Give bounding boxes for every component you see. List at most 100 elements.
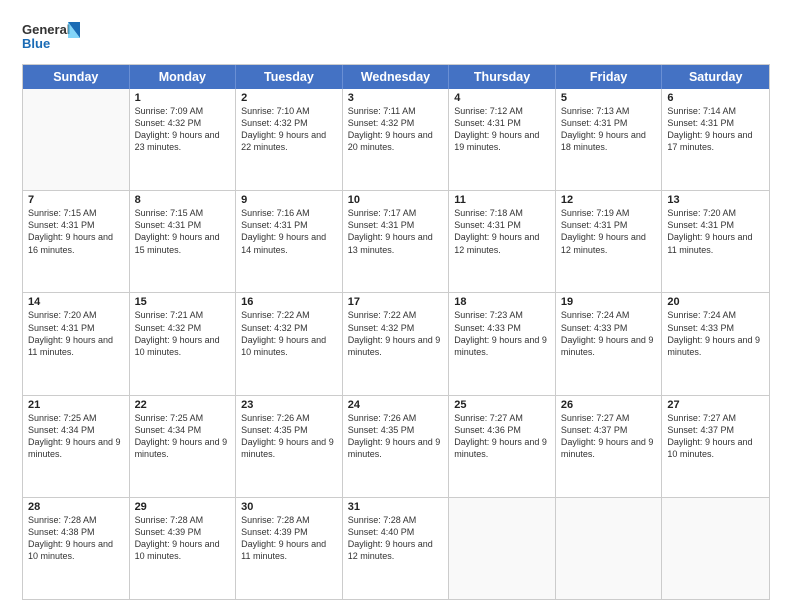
calendar-day-14: 14Sunrise: 7:20 AMSunset: 4:31 PMDayligh… bbox=[23, 293, 130, 394]
day-number: 19 bbox=[561, 296, 657, 308]
calendar-day-5: 5Sunrise: 7:13 AMSunset: 4:31 PMDaylight… bbox=[556, 89, 663, 190]
day-info: Sunrise: 7:23 AMSunset: 4:33 PMDaylight:… bbox=[454, 309, 550, 358]
day-number: 6 bbox=[667, 92, 764, 104]
day-info: Sunrise: 7:16 AMSunset: 4:31 PMDaylight:… bbox=[241, 207, 337, 256]
day-info: Sunrise: 7:10 AMSunset: 4:32 PMDaylight:… bbox=[241, 105, 337, 154]
calendar-day-28: 28Sunrise: 7:28 AMSunset: 4:38 PMDayligh… bbox=[23, 498, 130, 599]
day-info: Sunrise: 7:25 AMSunset: 4:34 PMDaylight:… bbox=[28, 412, 124, 461]
calendar-day-22: 22Sunrise: 7:25 AMSunset: 4:34 PMDayligh… bbox=[130, 396, 237, 497]
day-number: 5 bbox=[561, 92, 657, 104]
day-info: Sunrise: 7:19 AMSunset: 4:31 PMDaylight:… bbox=[561, 207, 657, 256]
page: General Blue SundayMondayTuesdayWednesda… bbox=[0, 0, 792, 612]
calendar-day-9: 9Sunrise: 7:16 AMSunset: 4:31 PMDaylight… bbox=[236, 191, 343, 292]
calendar-day-23: 23Sunrise: 7:26 AMSunset: 4:35 PMDayligh… bbox=[236, 396, 343, 497]
day-number: 10 bbox=[348, 194, 444, 206]
day-info: Sunrise: 7:28 AMSunset: 4:40 PMDaylight:… bbox=[348, 514, 444, 563]
day-number: 29 bbox=[135, 501, 231, 513]
calendar-day-19: 19Sunrise: 7:24 AMSunset: 4:33 PMDayligh… bbox=[556, 293, 663, 394]
calendar-day-29: 29Sunrise: 7:28 AMSunset: 4:39 PMDayligh… bbox=[130, 498, 237, 599]
calendar-header: SundayMondayTuesdayWednesdayThursdayFrid… bbox=[23, 65, 769, 89]
day-number: 30 bbox=[241, 501, 337, 513]
day-number: 7 bbox=[28, 194, 124, 206]
calendar-day-27: 27Sunrise: 7:27 AMSunset: 4:37 PMDayligh… bbox=[662, 396, 769, 497]
calendar-empty-cell bbox=[556, 498, 663, 599]
day-number: 16 bbox=[241, 296, 337, 308]
calendar-day-3: 3Sunrise: 7:11 AMSunset: 4:32 PMDaylight… bbox=[343, 89, 450, 190]
svg-text:Blue: Blue bbox=[22, 36, 50, 51]
day-number: 22 bbox=[135, 399, 231, 411]
day-number: 15 bbox=[135, 296, 231, 308]
day-number: 17 bbox=[348, 296, 444, 308]
day-number: 1 bbox=[135, 92, 231, 104]
header: General Blue bbox=[22, 18, 770, 56]
day-info: Sunrise: 7:17 AMSunset: 4:31 PMDaylight:… bbox=[348, 207, 444, 256]
logo: General Blue bbox=[22, 18, 82, 56]
calendar-day-17: 17Sunrise: 7:22 AMSunset: 4:32 PMDayligh… bbox=[343, 293, 450, 394]
day-info: Sunrise: 7:27 AMSunset: 4:36 PMDaylight:… bbox=[454, 412, 550, 461]
day-info: Sunrise: 7:13 AMSunset: 4:31 PMDaylight:… bbox=[561, 105, 657, 154]
day-number: 25 bbox=[454, 399, 550, 411]
day-info: Sunrise: 7:12 AMSunset: 4:31 PMDaylight:… bbox=[454, 105, 550, 154]
calendar-day-10: 10Sunrise: 7:17 AMSunset: 4:31 PMDayligh… bbox=[343, 191, 450, 292]
calendar-row-3: 14Sunrise: 7:20 AMSunset: 4:31 PMDayligh… bbox=[23, 292, 769, 394]
calendar-day-6: 6Sunrise: 7:14 AMSunset: 4:31 PMDaylight… bbox=[662, 89, 769, 190]
calendar-row-2: 7Sunrise: 7:15 AMSunset: 4:31 PMDaylight… bbox=[23, 190, 769, 292]
calendar-day-16: 16Sunrise: 7:22 AMSunset: 4:32 PMDayligh… bbox=[236, 293, 343, 394]
day-info: Sunrise: 7:22 AMSunset: 4:32 PMDaylight:… bbox=[241, 309, 337, 358]
day-number: 18 bbox=[454, 296, 550, 308]
day-info: Sunrise: 7:11 AMSunset: 4:32 PMDaylight:… bbox=[348, 105, 444, 154]
day-number: 9 bbox=[241, 194, 337, 206]
calendar-day-12: 12Sunrise: 7:19 AMSunset: 4:31 PMDayligh… bbox=[556, 191, 663, 292]
day-number: 27 bbox=[667, 399, 764, 411]
day-info: Sunrise: 7:20 AMSunset: 4:31 PMDaylight:… bbox=[28, 309, 124, 358]
day-number: 8 bbox=[135, 194, 231, 206]
day-info: Sunrise: 7:26 AMSunset: 4:35 PMDaylight:… bbox=[348, 412, 444, 461]
day-number: 20 bbox=[667, 296, 764, 308]
calendar-day-15: 15Sunrise: 7:21 AMSunset: 4:32 PMDayligh… bbox=[130, 293, 237, 394]
day-info: Sunrise: 7:26 AMSunset: 4:35 PMDaylight:… bbox=[241, 412, 337, 461]
day-info: Sunrise: 7:14 AMSunset: 4:31 PMDaylight:… bbox=[667, 105, 764, 154]
header-day-saturday: Saturday bbox=[662, 65, 769, 89]
header-day-friday: Friday bbox=[556, 65, 663, 89]
calendar-day-18: 18Sunrise: 7:23 AMSunset: 4:33 PMDayligh… bbox=[449, 293, 556, 394]
calendar-day-31: 31Sunrise: 7:28 AMSunset: 4:40 PMDayligh… bbox=[343, 498, 450, 599]
calendar-day-7: 7Sunrise: 7:15 AMSunset: 4:31 PMDaylight… bbox=[23, 191, 130, 292]
day-number: 28 bbox=[28, 501, 124, 513]
day-number: 24 bbox=[348, 399, 444, 411]
header-day-tuesday: Tuesday bbox=[236, 65, 343, 89]
day-number: 14 bbox=[28, 296, 124, 308]
day-info: Sunrise: 7:28 AMSunset: 4:39 PMDaylight:… bbox=[135, 514, 231, 563]
day-number: 23 bbox=[241, 399, 337, 411]
day-info: Sunrise: 7:15 AMSunset: 4:31 PMDaylight:… bbox=[135, 207, 231, 256]
svg-text:General: General bbox=[22, 22, 70, 37]
calendar: SundayMondayTuesdayWednesdayThursdayFrid… bbox=[22, 64, 770, 600]
day-number: 3 bbox=[348, 92, 444, 104]
calendar-day-11: 11Sunrise: 7:18 AMSunset: 4:31 PMDayligh… bbox=[449, 191, 556, 292]
calendar-empty-cell bbox=[23, 89, 130, 190]
day-info: Sunrise: 7:21 AMSunset: 4:32 PMDaylight:… bbox=[135, 309, 231, 358]
calendar-day-26: 26Sunrise: 7:27 AMSunset: 4:37 PMDayligh… bbox=[556, 396, 663, 497]
calendar-day-4: 4Sunrise: 7:12 AMSunset: 4:31 PMDaylight… bbox=[449, 89, 556, 190]
day-info: Sunrise: 7:22 AMSunset: 4:32 PMDaylight:… bbox=[348, 309, 444, 358]
day-info: Sunrise: 7:27 AMSunset: 4:37 PMDaylight:… bbox=[667, 412, 764, 461]
day-info: Sunrise: 7:09 AMSunset: 4:32 PMDaylight:… bbox=[135, 105, 231, 154]
day-info: Sunrise: 7:24 AMSunset: 4:33 PMDaylight:… bbox=[667, 309, 764, 358]
calendar-day-8: 8Sunrise: 7:15 AMSunset: 4:31 PMDaylight… bbox=[130, 191, 237, 292]
header-day-sunday: Sunday bbox=[23, 65, 130, 89]
day-number: 21 bbox=[28, 399, 124, 411]
calendar-body: 1Sunrise: 7:09 AMSunset: 4:32 PMDaylight… bbox=[23, 89, 769, 599]
header-day-wednesday: Wednesday bbox=[343, 65, 450, 89]
day-number: 31 bbox=[348, 501, 444, 513]
calendar-row-5: 28Sunrise: 7:28 AMSunset: 4:38 PMDayligh… bbox=[23, 497, 769, 599]
calendar-empty-cell bbox=[449, 498, 556, 599]
calendar-row-4: 21Sunrise: 7:25 AMSunset: 4:34 PMDayligh… bbox=[23, 395, 769, 497]
day-info: Sunrise: 7:15 AMSunset: 4:31 PMDaylight:… bbox=[28, 207, 124, 256]
calendar-day-13: 13Sunrise: 7:20 AMSunset: 4:31 PMDayligh… bbox=[662, 191, 769, 292]
day-number: 12 bbox=[561, 194, 657, 206]
day-info: Sunrise: 7:27 AMSunset: 4:37 PMDaylight:… bbox=[561, 412, 657, 461]
day-info: Sunrise: 7:20 AMSunset: 4:31 PMDaylight:… bbox=[667, 207, 764, 256]
day-info: Sunrise: 7:25 AMSunset: 4:34 PMDaylight:… bbox=[135, 412, 231, 461]
calendar-day-30: 30Sunrise: 7:28 AMSunset: 4:39 PMDayligh… bbox=[236, 498, 343, 599]
day-number: 2 bbox=[241, 92, 337, 104]
day-number: 13 bbox=[667, 194, 764, 206]
